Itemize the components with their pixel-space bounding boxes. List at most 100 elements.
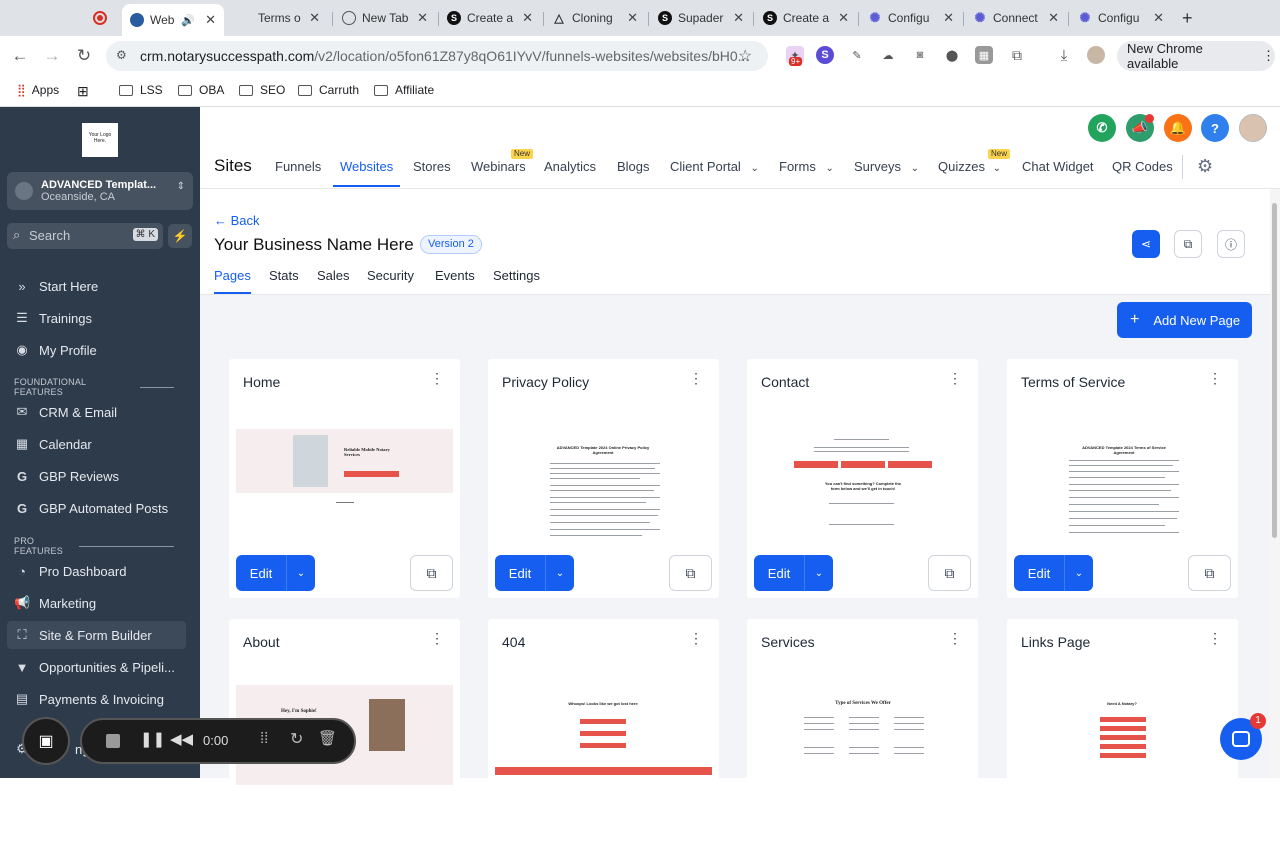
close-tab-icon[interactable]: ✕ (943, 10, 954, 26)
nav-client-portal[interactable]: Client Portal ⌄ (670, 159, 759, 174)
browser-tab[interactable]: S Create a ✕ (439, 4, 541, 32)
page-card-404[interactable]: 404 ⋮ Whoops! Looks like we got lost her… (488, 619, 719, 858)
new-chrome-available-button[interactable]: New Chrome available ⋮ (1117, 41, 1275, 71)
page-card-links[interactable]: Links Page ⋮ Need A Notary? (1007, 619, 1238, 858)
bell-icon[interactable]: 🔔 (1164, 114, 1192, 142)
bookmark-oba[interactable]: OBA (178, 83, 224, 97)
nav-chat-widget[interactable]: Chat Widget (1022, 159, 1094, 174)
edit-button[interactable]: Edit ⌄ (495, 555, 574, 591)
browser-tab[interactable]: Terms o ✕ (226, 4, 328, 32)
trash-icon[interactable]: 🗑 (318, 729, 337, 747)
calendar-extension-icon[interactable]: ▦ (975, 46, 993, 64)
sidebar-item-my-profile[interactable]: ◉ My Profile (14, 336, 186, 364)
page-card-services[interactable]: Services ⋮ Type of Services We Offer (747, 619, 978, 858)
forward-arrow-icon[interactable]: → (40, 44, 64, 68)
browser-tab-active[interactable]: Web 🔊 ✕ (122, 4, 224, 36)
sidebar-item-pro-dashboard[interactable]: ◔ Pro Dashboard (14, 557, 186, 585)
record-extension-icon[interactable]: ⬤ (943, 46, 961, 64)
info-button[interactable]: ⓘ (1217, 230, 1245, 258)
more-vertical-icon[interactable]: ⋮ (689, 371, 703, 385)
sidebar-item-payments[interactable]: ▤ Payments & Invoicing (14, 685, 186, 713)
site-settings-icon[interactable]: ⚙ (116, 48, 127, 62)
profile-avatar-icon[interactable] (1087, 46, 1105, 64)
edit-button[interactable]: Edit ⌄ (236, 555, 315, 591)
more-vertical-icon[interactable]: ⋮ (948, 371, 962, 385)
tab-security[interactable]: Security (367, 268, 414, 283)
tab-pages[interactable]: Pages (214, 268, 251, 283)
camera-icon[interactable]: ◙ (911, 46, 929, 64)
rewind-icon[interactable]: ◀◀ (170, 730, 193, 748)
add-new-page-button[interactable]: + Add New Page (1117, 302, 1252, 338)
browser-tab[interactable]: △ Cloning ✕ (544, 4, 646, 32)
page-card-contact[interactable]: Contact ⋮ You can't find something? Comp… (747, 359, 978, 598)
nav-funnels[interactable]: Funnels (275, 159, 321, 174)
chevron-down-icon[interactable]: ⌄ (1064, 555, 1093, 591)
sidebar-item-marketing[interactable]: 📢 Marketing (14, 589, 186, 617)
sidebar-search[interactable]: ⌕ Search ⌘ K (7, 223, 163, 249)
quick-action-icon[interactable]: ⚡ (168, 224, 192, 248)
sidebar-item-calendar[interactable]: ▦ Calendar (14, 430, 186, 458)
help-icon[interactable]: ? (1201, 114, 1229, 142)
edit-button[interactable]: Edit ⌄ (1014, 555, 1093, 591)
browser-tab[interactable]: ✺ Configu ✕ (860, 4, 962, 32)
tab-settings[interactable]: Settings (493, 268, 540, 283)
sidebar-item-start-here[interactable]: » Start Here (14, 272, 186, 300)
sidebar-item-gbp-reviews[interactable]: G GBP Reviews (14, 462, 186, 490)
grid-icon[interactable]: ⁞⁞ (260, 730, 268, 747)
tab-sales[interactable]: Sales (317, 268, 350, 283)
sidebar-item-site-form-builder[interactable]: ⛶ Site & Form Builder (7, 621, 186, 649)
nav-quizzes[interactable]: Quizzes ⌄ (938, 159, 1001, 174)
close-tab-icon[interactable]: ✕ (309, 10, 320, 26)
more-vertical-icon[interactable]: ⋮ (689, 631, 703, 645)
nav-qr-codes[interactable]: QR Codes (1112, 159, 1173, 174)
bookmark-star-icon[interactable]: ☆ (738, 46, 752, 66)
open-page-icon[interactable]: ⧉ (928, 555, 971, 591)
chevron-down-icon[interactable]: ⌄ (286, 555, 315, 591)
eyedropper-icon[interactable]: ✎ (848, 46, 866, 64)
chevron-down-icon[interactable]: ⌄ (804, 555, 833, 591)
address-bar[interactable]: ⚙ crm.notarysuccesspath.com/v2/location/… (106, 41, 768, 71)
back-arrow-icon[interactable]: ← (8, 44, 32, 68)
close-tab-icon[interactable]: ✕ (838, 10, 849, 26)
tab-stats[interactable]: Stats (269, 268, 299, 283)
location-switcher[interactable]: ADVANCED Templat... Oceanside, CA ⇕ (7, 172, 193, 210)
stop-icon[interactable] (106, 734, 120, 748)
open-page-icon[interactable]: ⧉ (410, 555, 453, 591)
close-tab-icon[interactable]: ✕ (522, 10, 533, 26)
reload-icon[interactable]: ↻ (72, 44, 96, 68)
settings-gear-icon[interactable]: ⚙ (1197, 156, 1213, 177)
browser-tab[interactable]: S Create a ✕ (755, 4, 857, 32)
open-page-icon[interactable]: ⧉ (1188, 555, 1231, 591)
nav-surveys[interactable]: Surveys ⌄ (854, 159, 919, 174)
nav-analytics[interactable]: Analytics (544, 159, 596, 174)
chevron-down-icon[interactable]: ⌄ (545, 555, 574, 591)
restart-icon[interactable]: ↻ (290, 729, 303, 749)
pause-icon[interactable]: ❚❚ (140, 730, 165, 748)
open-external-button[interactable]: ⧉ (1174, 230, 1202, 258)
browser-tab[interactable]: S Supader ✕ (650, 4, 752, 32)
close-tab-icon[interactable]: ✕ (205, 12, 216, 28)
more-vertical-icon[interactable]: ⋮ (948, 631, 962, 645)
close-tab-icon[interactable]: ✕ (1153, 10, 1164, 26)
nav-blogs[interactable]: Blogs (617, 159, 650, 174)
close-tab-icon[interactable]: ✕ (1048, 10, 1059, 26)
bookmark-affiliate[interactable]: Affiliate (374, 83, 434, 97)
nav-webinars[interactable]: Webinars (471, 159, 526, 174)
user-avatar[interactable] (1239, 114, 1267, 142)
page-card-terms[interactable]: Terms of Service ⋮ ADVANCED Template 202… (1007, 359, 1238, 598)
browser-tab[interactable]: ✺ Connect ✕ (965, 4, 1067, 32)
phone-icon[interactable]: ✆ (1088, 114, 1116, 142)
nav-forms[interactable]: Forms ⌄ (779, 159, 834, 174)
close-tab-icon[interactable]: ✕ (733, 10, 744, 26)
browser-tab[interactable]: New Tab ✕ (334, 4, 436, 32)
more-vertical-icon[interactable]: ⋮ (430, 371, 444, 385)
browser-tab[interactable]: ✺ Configu ✕ (1070, 4, 1172, 32)
close-tab-icon[interactable]: ✕ (627, 10, 638, 26)
sidebar-item-gbp-posts[interactable]: G GBP Automated Posts (14, 494, 186, 522)
sidebar-item-trainings[interactable]: ☰ Trainings (14, 304, 186, 332)
camera-toggle-button[interactable]: ▣ (22, 717, 70, 765)
more-vertical-icon[interactable]: ⋮ (1208, 371, 1222, 385)
tab-grid-icon[interactable]: ⊞ (77, 83, 89, 100)
download-icon[interactable]: ⤓ (1055, 46, 1073, 64)
scrollbar-thumb[interactable] (1272, 203, 1277, 538)
